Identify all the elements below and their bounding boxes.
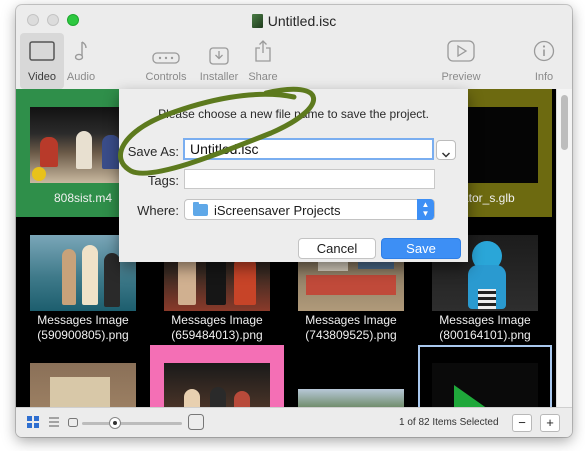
grid-item-label: Messages Image (743809525).png <box>284 313 418 343</box>
toolbar-share-label: Share <box>248 71 278 83</box>
grid-item-label-line2: (800164101).png <box>439 328 531 342</box>
large-thumbnail-icon <box>188 414 204 433</box>
app-window: Untitled.isc Video Audio Controls Instal… <box>16 5 572 437</box>
grid-item[interactable] <box>284 345 418 407</box>
toolbar-controls-button[interactable]: Controls <box>141 33 191 83</box>
grid-item-label: Messages Image (800164101).png <box>418 313 552 343</box>
cancel-button[interactable]: Cancel <box>298 238 376 259</box>
thumbnail-image <box>432 363 538 407</box>
grid-item-label-line1: Messages Image <box>171 313 263 327</box>
grid-item-selected[interactable] <box>418 345 552 407</box>
grid-item-label-line2: (590900805).png <box>37 328 129 342</box>
grid-item-label-line2: (659484013).png <box>171 328 263 342</box>
small-thumbnail-icon <box>68 418 78 430</box>
expand-dialog-button[interactable] <box>436 140 456 160</box>
thumbnail-image <box>298 389 404 407</box>
add-item-button[interactable]: + <box>540 414 560 432</box>
toolbar-installer-button[interactable]: Installer <box>196 33 242 83</box>
toolbar-controls-label: Controls <box>145 71 187 83</box>
toolbar-preview-button[interactable]: Preview <box>438 33 484 83</box>
thumbnail-image <box>164 363 270 407</box>
folder-icon <box>193 202 208 216</box>
save-as-field[interactable]: Untitled.isc <box>183 138 434 160</box>
list-view-icon[interactable] <box>47 415 61 432</box>
where-label: Where: <box>137 203 179 218</box>
controls-icon <box>152 51 180 67</box>
grid-item-label-line1: Messages Image <box>439 313 531 327</box>
thumbnail-image <box>30 363 136 407</box>
toolbar-installer-label: Installer <box>199 71 239 83</box>
where-popup[interactable]: iScreensaver Projects ▲ ▼ <box>184 199 435 220</box>
document-icon <box>251 14 263 28</box>
toolbar-preview-label: Preview <box>441 71 481 83</box>
toolbar-info-label: Info <box>534 71 554 83</box>
grid-view-icon[interactable] <box>26 415 40 432</box>
toolbar: Video Audio Controls Installer Share Pre… <box>16 33 572 89</box>
save-button[interactable]: Save <box>381 238 461 259</box>
window-title-wrap: Untitled.isc <box>16 13 572 29</box>
chevron-down-icon <box>441 146 451 164</box>
music-note-icon <box>74 40 88 65</box>
where-popup-value: iScreensaver Projects <box>214 203 341 218</box>
toolbar-info-button[interactable]: Info <box>528 33 560 83</box>
slider-knob[interactable] <box>109 417 121 429</box>
share-icon <box>254 39 272 66</box>
grid-item-label: Messages Image (659484013).png <box>150 313 284 343</box>
thumbnail-size-slider[interactable] <box>82 417 182 429</box>
save-as-label: Save As: <box>127 144 179 159</box>
info-icon <box>533 40 555 65</box>
grid-item[interactable] <box>16 345 150 407</box>
tags-label: Tags: <box>147 173 179 188</box>
window-title: Untitled.isc <box>267 13 337 29</box>
grid-item-label-line1: Messages Image <box>305 313 397 327</box>
grid-item-label-line1: Messages Image <box>37 313 129 327</box>
tags-field[interactable] <box>184 169 435 189</box>
toolbar-share-button[interactable]: Share <box>244 33 282 83</box>
video-frame-icon <box>29 40 55 64</box>
toolbar-video-label: Video <box>28 71 56 83</box>
save-dialog: Please choose a new file name to save th… <box>119 89 468 262</box>
save-dialog-prompt: Please choose a new file name to save th… <box>158 107 429 121</box>
scrollbar-thumb[interactable] <box>561 95 568 150</box>
grid-item[interactable] <box>150 345 284 407</box>
toolbar-audio-button[interactable]: Audio <box>64 33 98 83</box>
popup-arrows-icon: ▲ ▼ <box>417 199 434 220</box>
toolbar-audio-label: Audio <box>66 71 96 83</box>
grid-scrollbar[interactable] <box>556 89 572 407</box>
grid-item-label-line2: (743809525).png <box>305 328 397 342</box>
installer-icon <box>209 46 229 68</box>
remove-item-button[interactable]: − <box>512 414 532 432</box>
selection-status: 1 of 82 Items Selected <box>399 417 499 428</box>
grid-item-label: Messages Image (590900805).png <box>16 313 150 343</box>
title-bar: Untitled.isc <box>16 5 572 35</box>
bottom-bar: 1 of 82 Items Selected − + <box>16 407 572 437</box>
play-icon <box>447 39 475 65</box>
toolbar-video-button[interactable]: Video <box>20 33 64 89</box>
